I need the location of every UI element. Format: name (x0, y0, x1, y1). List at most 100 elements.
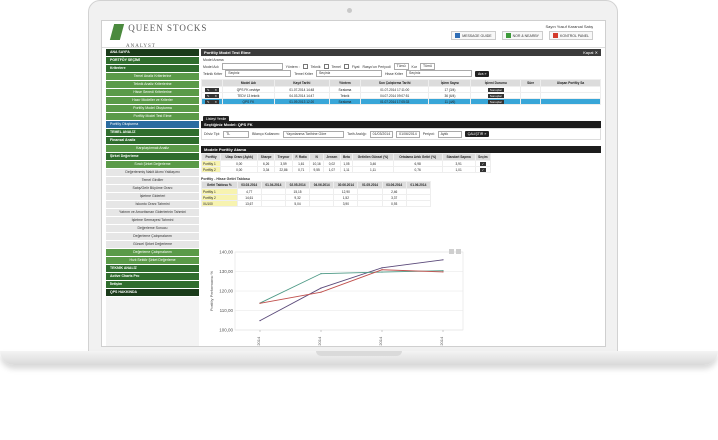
results-button[interactable]: Sonuçlar (487, 99, 504, 104)
column-header: N (309, 153, 324, 161)
table-row[interactable]: ✎ ✕ QPS FK 01.09.2013 12:20 Sıralama 01.… (201, 98, 601, 105)
results-button[interactable]: Sonuçlar (487, 87, 504, 92)
top-buttons: MESSAGE GUIDE NOR & NEARBY KONTROL PANEL (451, 31, 593, 40)
x-tick-label: 03.2014 (256, 336, 261, 347)
currency-type-select[interactable]: TL (223, 130, 250, 138)
technical-checkbox[interactable] (302, 64, 308, 69)
delete-button[interactable]: ✕ (212, 99, 219, 104)
technical-criteria-select[interactable]: Seçiniz (225, 70, 292, 77)
message-guide-button[interactable]: MESSAGE GUIDE (451, 31, 496, 40)
end-date-input[interactable]: 01/06/2014 (396, 130, 420, 138)
sidebar-item[interactable]: Değerleme Çalışmalarım (106, 233, 199, 241)
sidebar-item[interactable]: Kriterlere (106, 65, 199, 73)
sidebar-item[interactable]: Değerleme Sonucu (106, 225, 199, 233)
delete-button[interactable]: ✕ (212, 93, 219, 98)
sidebar-item[interactable]: Güncel Şirket Değerleme (106, 241, 199, 249)
sidebar-item[interactable]: İşletme Giderleri (106, 193, 199, 201)
fundamental-criteria-select[interactable]: Seçiniz (315, 70, 382, 77)
column-header: Sharpe (257, 153, 276, 161)
data-point (442, 259, 444, 261)
sidebar-item[interactable]: Portföy Oluşturma (106, 121, 199, 129)
x-tick-label: 05.2014 (378, 336, 383, 347)
period-select[interactable]: Aylık (437, 130, 462, 138)
sidebar-item[interactable]: Hazır Modeller ve Kriterler (106, 97, 199, 105)
rebalance-select[interactable]: Tümü (393, 63, 409, 70)
value-cell: 0,76 (392, 166, 443, 173)
fundamental-checkbox[interactable] (323, 64, 329, 69)
select-cell[interactable]: ✓ (474, 166, 492, 173)
sidebar-item[interactable]: TEKNİK ANALİZ (106, 265, 199, 273)
y-tick-label: 130,00 (219, 269, 233, 274)
sidebar-item[interactable]: PORTFÖY SEÇİMİ (106, 57, 199, 65)
col-date: Kayıt Tarihi (273, 79, 330, 87)
column-header: Getirilen Günsel (%) (352, 153, 394, 161)
portfolio-name-cell: Portföy 2 (200, 166, 222, 173)
value-cell: 1,11 (339, 166, 354, 173)
chart-zoom-icon (449, 249, 454, 254)
price-checkbox[interactable] (343, 64, 349, 69)
select-button[interactable]: ✓ (479, 167, 487, 172)
sidebar-item[interactable]: Finansal Analiz (106, 137, 199, 145)
row-actions[interactable]: ✎ ✕ (201, 98, 223, 105)
data-point (381, 267, 383, 269)
sidebar-item[interactable]: Değerlenmiş Nakit Akımı Yaklaşımı (106, 169, 199, 177)
sidebar-item[interactable]: Karşılaştırmalı Analiz (106, 145, 199, 153)
sidebar-item[interactable]: Temel Girdiler (106, 177, 199, 185)
value-cell: 3,90 (333, 200, 359, 207)
run-button[interactable]: ÇALIŞTIR » (464, 131, 490, 137)
value-cell: 0,93 (381, 200, 407, 207)
column-header: Jensen (322, 153, 341, 161)
stock-criteria-select[interactable]: Seçiniz (406, 70, 473, 77)
sidebar-item[interactable]: Portföy Model Oluşturma (106, 105, 199, 113)
x-tick-label: 06.2014 (439, 336, 444, 347)
column-header: 30.06.2014 (333, 181, 359, 189)
sidebar-item[interactable]: Yatırım ve Amortisman Giderlerinin Tahmi… (106, 209, 199, 217)
edit-button[interactable]: ✎ (205, 99, 212, 104)
sidebar-item[interactable]: QPS HAKKINDA (106, 289, 199, 297)
sidebar-item[interactable]: Teknik Analiz Kriterlerine (106, 81, 199, 89)
sidebar-item[interactable]: TEMEL ANALİZ (106, 129, 199, 137)
search-button[interactable]: Ara » (475, 70, 490, 77)
control-panel-button[interactable]: KONTROL PANEL (549, 31, 593, 40)
column-header: 01.05.2014 (357, 181, 383, 189)
column-header: Treynor (274, 153, 293, 161)
results-button[interactable]: Sonuçlar (487, 93, 504, 98)
column-header: Standart Sapma (441, 153, 476, 161)
sidebar-item[interactable]: Sıralı Şirket Değerleme (106, 161, 199, 169)
data-point (320, 273, 322, 275)
edit-button[interactable]: ✎ (205, 93, 212, 98)
sidebar-item[interactable]: İşletme Sermayesi Tahmini (106, 217, 199, 225)
sidebar-item[interactable]: Değerleme Çalışmalarım (106, 249, 199, 257)
currency-select[interactable]: Tümü (419, 63, 435, 70)
nor-nearby-button[interactable]: NOR & NEARBY (501, 31, 544, 40)
start-date-input[interactable]: 01/03/2014 (369, 130, 394, 138)
sidebar-item[interactable]: Temel Analiz Kriterlerine (106, 73, 199, 81)
sidebar-item[interactable]: Satış/Gelir Büyüme Oranı (106, 185, 199, 193)
sidebar-item[interactable]: ANA SAYFA (106, 49, 199, 57)
portfolio-count-cell (540, 98, 601, 105)
sidebar-item[interactable]: Şirket Değerleme (106, 153, 199, 161)
laptop-notch (316, 351, 402, 356)
sidebar-item[interactable]: İletişim (106, 281, 199, 289)
select-button[interactable]: ✓ (479, 161, 487, 166)
sidebar-item[interactable]: Active Charts Pro (106, 273, 199, 281)
value-cell: 22,86 (274, 166, 293, 173)
value-cell (405, 200, 432, 207)
balance-usage-select[interactable]: Yayınlanma Tarihine Göre (283, 130, 345, 138)
sidebar-item[interactable]: İskonto Oranı Tahmini (106, 201, 199, 209)
reload-row: Listeyi Yenile (201, 105, 601, 122)
value-cell: 13,67 (236, 200, 262, 207)
sidebar-item[interactable]: Portföy Model Test Etme (106, 113, 199, 121)
col-count: İşlem Sayısı (428, 79, 472, 87)
value-cell: 5,04 (284, 200, 311, 207)
sidebar-item[interactable]: Hisse Senedi Kriterlerine (106, 89, 199, 97)
returns-header: Getiri Tablosu % 03.03.2014 01.04.2014 02.0… (201, 181, 432, 189)
close-button[interactable]: Kapat ✕ (583, 49, 598, 56)
model-name-input[interactable] (221, 63, 283, 70)
delete-button[interactable]: ✕ (212, 87, 219, 92)
edit-button[interactable]: ✎ (205, 87, 212, 92)
column-header: Ortalama Artık Getiri (%) (392, 153, 443, 161)
sidebar-item[interactable]: Hızlı Sektör Şirket Değerleme (106, 257, 199, 265)
y-tick-label: 140,00 (219, 250, 233, 255)
method-cell: Sıralama (328, 98, 361, 105)
